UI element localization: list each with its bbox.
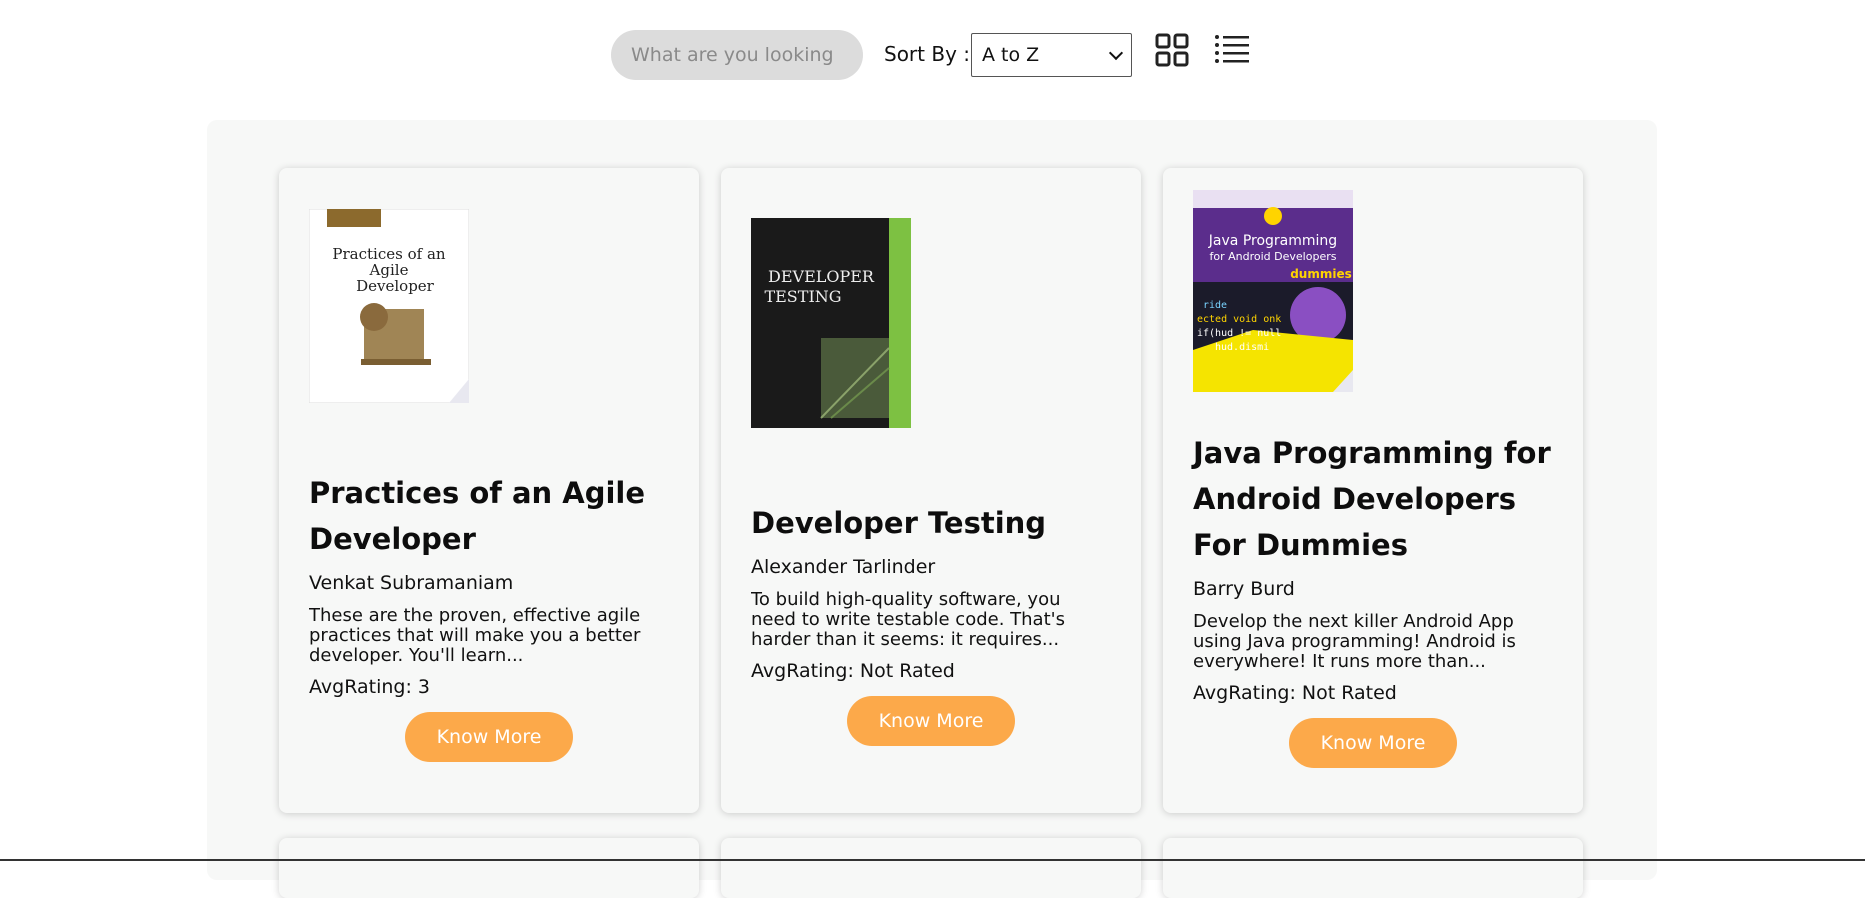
book-rating: AvgRating: Not Rated [751, 660, 955, 682]
book-rating: AvgRating: Not Rated [1193, 682, 1397, 704]
svg-text:ride: ride [1203, 300, 1227, 311]
svg-text:DEVELOPER: DEVELOPER [768, 267, 875, 286]
svg-text:Java Programming: Java Programming [1208, 233, 1337, 249]
sort-label: Sort By : [884, 42, 971, 66]
book-card-partial [279, 838, 699, 898]
list-view-icon[interactable] [1214, 33, 1250, 65]
know-more-button[interactable]: Know More [1289, 718, 1457, 768]
know-more-button[interactable]: Know More [405, 712, 573, 762]
book-cover-image: DEVELOPER TESTING [751, 218, 911, 428]
sort-select[interactable]: A to Z [971, 33, 1132, 77]
svg-text:dummies: dummies [1290, 267, 1352, 281]
book-cover-image: Java Programming for Android Developers … [1193, 190, 1353, 392]
svg-text:hud.dismi: hud.dismi [1215, 342, 1269, 353]
book-cover-image: Practices of an Agile Developer [309, 209, 469, 403]
svg-text:TESTING: TESTING [764, 287, 841, 306]
toolbar: Sort By : A to Z [0, 0, 1865, 110]
book-description: These are the proven, effective agile pr… [309, 606, 641, 666]
book-description: To build high-quality software, you need… [751, 590, 1065, 650]
chevron-down-icon [1108, 45, 1124, 60]
book-description: Develop the next killer Android App usin… [1193, 612, 1516, 672]
book-card-partial [721, 838, 1141, 898]
book-author: Alexander Tarlinder [751, 556, 936, 578]
search-input[interactable] [611, 30, 863, 80]
sort-selected-value: A to Z [982, 44, 1040, 66]
svg-text:for Android Developers: for Android Developers [1210, 250, 1337, 263]
svg-text:Developer: Developer [356, 277, 435, 295]
grid-view-icon[interactable] [1155, 33, 1189, 67]
book-card: DEVELOPER TESTING Developer Testing Alex… [721, 168, 1141, 813]
svg-text:ected void onk: ected void onk [1197, 314, 1281, 325]
book-card: Java Programming for Android Developers … [1163, 168, 1583, 813]
book-card: Practices of an Agile Developer Practice… [279, 168, 699, 813]
book-grid-panel: Practices of an Agile Developer Practice… [207, 120, 1657, 898]
know-more-button[interactable]: Know More [847, 696, 1015, 746]
book-author: Barry Burd [1193, 578, 1295, 600]
book-rating: AvgRating: 3 [309, 676, 430, 698]
book-title[interactable]: Practices of an Agile Developer [309, 470, 669, 562]
book-author: Venkat Subramaniam [309, 572, 514, 594]
book-card-partial [1163, 838, 1583, 898]
book-title[interactable]: Java Programming for Android Developers … [1193, 430, 1553, 568]
svg-text:if(hud != null: if(hud != null [1197, 328, 1281, 339]
book-title[interactable]: Developer Testing [751, 500, 1111, 546]
